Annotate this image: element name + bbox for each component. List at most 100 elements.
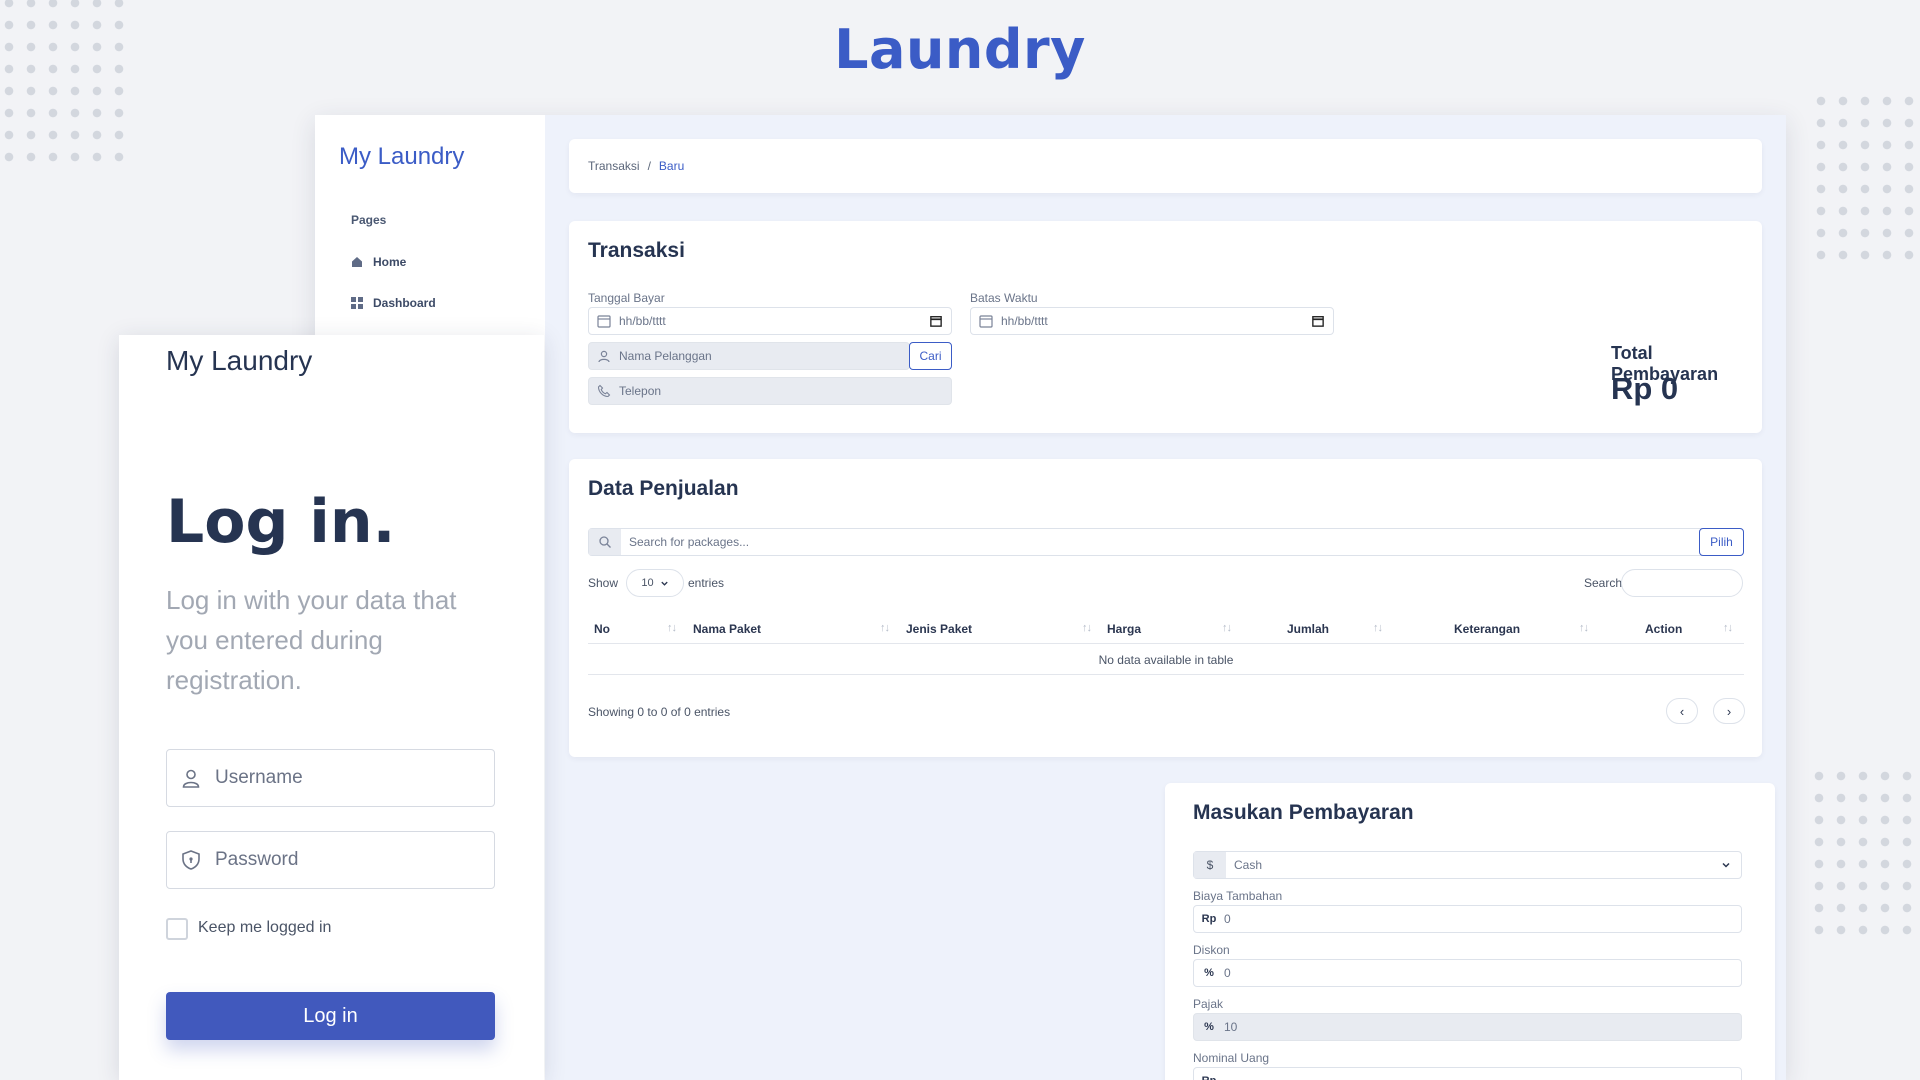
pilih-button[interactable]: Pilih bbox=[1699, 528, 1744, 556]
search-icon bbox=[599, 536, 611, 548]
date-picker-icon[interactable] bbox=[930, 315, 942, 327]
tanggal-bayar-input[interactable]: hh/bb/tttt bbox=[588, 307, 952, 335]
customer-name-input[interactable]: Nama Pelanggan bbox=[588, 342, 910, 370]
date-picker-icon[interactable] bbox=[1312, 315, 1324, 327]
remember-checkbox[interactable] bbox=[166, 918, 188, 940]
nominal-input[interactable]: Rp bbox=[1193, 1067, 1742, 1080]
sort-icon[interactable]: ↑↓ bbox=[1222, 622, 1232, 634]
sort-icon[interactable]: ↑↓ bbox=[1579, 622, 1589, 634]
sidebar-section-title: Pages bbox=[351, 213, 387, 227]
payment-method-value: Cash bbox=[1234, 858, 1263, 872]
login-button[interactable]: Log in bbox=[166, 992, 495, 1040]
chevron-down-icon bbox=[660, 581, 668, 586]
shield-lock-icon bbox=[182, 850, 200, 870]
diskon-value: 0 bbox=[1224, 966, 1231, 980]
breadcrumb: Transaksi / Baru bbox=[588, 159, 684, 173]
sort-icon[interactable]: ↑↓ bbox=[1723, 622, 1733, 634]
sidebar-brand[interactable]: My Laundry bbox=[339, 143, 464, 171]
diskon-input[interactable]: % 0 bbox=[1193, 959, 1742, 987]
breadcrumb-parent[interactable]: Transaksi bbox=[588, 159, 640, 173]
column-header-harga[interactable]: Harga bbox=[1107, 622, 1141, 636]
batas-waktu-label: Batas Waktu bbox=[970, 291, 1038, 305]
user-icon bbox=[182, 769, 200, 788]
customer-name-placeholder: Nama Pelanggan bbox=[619, 349, 712, 363]
previous-page-button[interactable]: ‹ bbox=[1666, 698, 1698, 724]
phone-placeholder: Telepon bbox=[619, 384, 662, 398]
breadcrumb-current: Baru bbox=[658, 159, 685, 173]
entries-label: entries bbox=[688, 576, 725, 590]
show-label: Show bbox=[588, 576, 619, 590]
page-title: Laundry bbox=[834, 18, 1086, 81]
table-search-label: Search: bbox=[1584, 576, 1626, 590]
pembayaran-title: Masukan Pembayaran bbox=[1193, 801, 1414, 824]
sidebar-item-dashboard[interactable]: Dashboard bbox=[351, 293, 436, 313]
pembayaran-card: Masukan Pembayaran $ Cash Biaya Tambahan… bbox=[1165, 783, 1775, 1080]
cari-button[interactable]: Cari bbox=[909, 342, 952, 370]
login-panel: My Laundry Log in. Log in with your data… bbox=[119, 335, 544, 1080]
next-page-button[interactable]: › bbox=[1713, 698, 1745, 724]
dot-pattern-bottom-right bbox=[1808, 765, 1920, 945]
home-icon bbox=[352, 257, 362, 267]
table-info: Showing 0 to 0 of 0 entries bbox=[588, 705, 731, 719]
transaksi-card: Transaksi Tanggal Bayar hh/bb/tttt Batas… bbox=[569, 221, 1762, 433]
pajak-value: 10 bbox=[1224, 1020, 1238, 1034]
diskon-label: Diskon bbox=[1193, 943, 1230, 957]
page-size-value: 10 bbox=[641, 577, 654, 589]
sort-icon[interactable]: ↑↓ bbox=[1373, 622, 1383, 634]
sort-icon[interactable]: ↑↓ bbox=[667, 622, 677, 634]
breadcrumb-card: Transaksi / Baru bbox=[569, 139, 1762, 193]
package-search-placeholder: Search for packages... bbox=[629, 535, 750, 549]
breadcrumb-separator: / bbox=[647, 159, 651, 173]
password-placeholder: Password bbox=[215, 849, 299, 870]
column-header-nama-paket[interactable]: Nama Paket bbox=[693, 622, 761, 636]
table-empty-row: No data available in table bbox=[588, 645, 1744, 675]
biaya-input[interactable]: Rp 0 bbox=[1193, 905, 1742, 933]
currency-prefix: $ bbox=[1194, 852, 1226, 878]
nominal-label: Nominal Uang bbox=[1193, 1051, 1270, 1065]
phone-input[interactable]: Telepon bbox=[588, 377, 952, 405]
login-subtitle: Log in with your data that you entered d… bbox=[166, 585, 457, 695]
sort-icon[interactable]: ↑↓ bbox=[1082, 622, 1092, 634]
batas-waktu-value: hh/bb/tttt bbox=[1001, 314, 1048, 328]
column-header-no[interactable]: No bbox=[594, 622, 610, 636]
pajak-input: % 10 bbox=[1193, 1013, 1742, 1041]
sidebar-item-label: Dashboard bbox=[373, 296, 436, 310]
biaya-prefix: Rp bbox=[1201, 913, 1217, 925]
transaksi-title: Transaksi bbox=[588, 239, 685, 262]
penjualan-title: Data Penjualan bbox=[588, 477, 739, 500]
penjualan-card: Data Penjualan Search for packages... Pi… bbox=[569, 459, 1762, 757]
login-title: Log in. bbox=[166, 487, 396, 557]
user-icon bbox=[598, 350, 610, 363]
nominal-prefix: Rp bbox=[1194, 1075, 1224, 1080]
username-placeholder: Username bbox=[215, 767, 303, 788]
sort-icon[interactable]: ↑↓ bbox=[880, 622, 890, 634]
column-header-action[interactable]: Action bbox=[1645, 622, 1682, 636]
dot-pattern-top-right bbox=[1810, 90, 1920, 268]
table-search-input[interactable] bbox=[1621, 569, 1743, 597]
batas-waktu-input[interactable]: hh/bb/tttt bbox=[970, 307, 1334, 335]
biaya-value: 0 bbox=[1224, 912, 1231, 926]
sidebar-item-label: Home bbox=[373, 255, 407, 269]
table-header: No ↑↓ Nama Paket ↑↓ Jenis Paket ↑↓ Harga… bbox=[588, 614, 1744, 644]
calendar-icon bbox=[979, 315, 993, 328]
payment-method-select[interactable]: $ Cash bbox=[1193, 851, 1742, 879]
pajak-prefix: % bbox=[1204, 1021, 1214, 1033]
diskon-prefix: % bbox=[1204, 967, 1214, 979]
sidebar-item-home[interactable]: Home bbox=[351, 252, 406, 272]
package-search-input[interactable]: Search for packages... bbox=[588, 528, 1744, 556]
tanggal-bayar-value: hh/bb/tttt bbox=[619, 314, 666, 328]
grid-icon bbox=[351, 297, 363, 309]
password-input[interactable]: Password bbox=[166, 831, 495, 889]
username-input[interactable]: Username bbox=[166, 749, 495, 807]
total-value: Rp 0 bbox=[1611, 371, 1679, 406]
pajak-label: Pajak bbox=[1193, 997, 1224, 1011]
phone-icon bbox=[597, 384, 611, 398]
column-header-jumlah[interactable]: Jumlah bbox=[1287, 622, 1329, 636]
column-header-jenis-paket[interactable]: Jenis Paket bbox=[906, 622, 972, 636]
tanggal-bayar-label: Tanggal Bayar bbox=[588, 291, 665, 305]
chevron-down-icon bbox=[1722, 862, 1730, 868]
column-header-keterangan[interactable]: Keterangan bbox=[1454, 622, 1520, 636]
remember-label[interactable]: Keep me logged in bbox=[198, 919, 331, 937]
login-brand: My Laundry bbox=[166, 345, 313, 376]
page-size-select[interactable]: 10 bbox=[626, 569, 684, 597]
